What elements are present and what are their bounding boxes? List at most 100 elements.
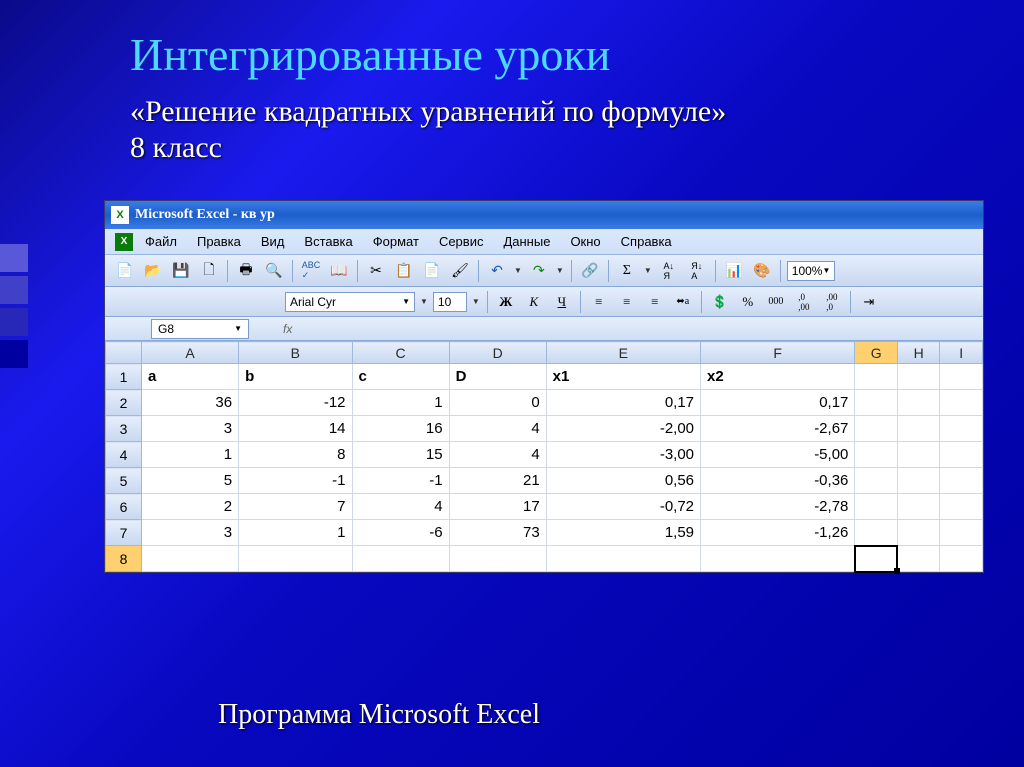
cell[interactable]: 17 [449, 494, 546, 520]
cell[interactable] [701, 546, 855, 572]
cell[interactable] [449, 546, 546, 572]
bold-button[interactable]: Ж [494, 291, 518, 313]
cell[interactable] [940, 390, 983, 416]
cell[interactable]: -2,78 [701, 494, 855, 520]
row-header-3[interactable]: 3 [106, 416, 142, 442]
underline-button[interactable]: Ч [550, 291, 574, 313]
cut-icon[interactable]: ✂ [364, 259, 388, 283]
cell[interactable]: b [239, 364, 352, 390]
cell[interactable]: 0 [449, 390, 546, 416]
cell[interactable] [546, 546, 700, 572]
cell[interactable] [855, 390, 898, 416]
cell[interactable] [855, 494, 898, 520]
menu-window[interactable]: Окно [570, 234, 600, 249]
cell[interactable] [142, 546, 239, 572]
cell[interactable]: 1,59 [546, 520, 700, 546]
cell[interactable]: 1 [142, 442, 239, 468]
cell[interactable]: 4 [352, 494, 449, 520]
active-cell[interactable] [855, 546, 898, 572]
menu-file[interactable]: Файл [145, 234, 177, 249]
cell[interactable]: 14 [239, 416, 352, 442]
cell[interactable] [855, 442, 898, 468]
cell[interactable]: -2,67 [701, 416, 855, 442]
row-header-6[interactable]: 6 [106, 494, 142, 520]
copy-icon[interactable]: 📋 [392, 259, 416, 283]
cell[interactable]: 3 [142, 520, 239, 546]
cell[interactable]: 3 [142, 416, 239, 442]
cell[interactable]: -0,72 [546, 494, 700, 520]
undo-icon[interactable]: ↶ [485, 259, 509, 283]
cell[interactable] [897, 442, 940, 468]
cell[interactable]: a [142, 364, 239, 390]
cell[interactable] [897, 364, 940, 390]
cell[interactable]: 7 [239, 494, 352, 520]
cell[interactable]: 1 [239, 520, 352, 546]
cell[interactable] [855, 364, 898, 390]
save-icon[interactable]: 💾 [169, 259, 193, 283]
undo-dropdown[interactable]: ▼ [513, 266, 523, 275]
new-icon[interactable]: 📄 [113, 259, 137, 283]
currency-icon[interactable]: 💲 [708, 291, 732, 313]
cell[interactable] [940, 520, 983, 546]
col-header-c[interactable]: C [352, 342, 449, 364]
cell[interactable] [940, 546, 983, 572]
row-header-1[interactable]: 1 [106, 364, 142, 390]
col-header-a[interactable]: A [142, 342, 239, 364]
col-header-i[interactable]: I [940, 342, 983, 364]
redo-dropdown[interactable]: ▼ [555, 266, 565, 275]
cell[interactable] [940, 442, 983, 468]
cell[interactable]: 0,56 [546, 468, 700, 494]
size-dropdown[interactable]: ▼ [471, 297, 481, 306]
preview-icon[interactable]: 🔍 [262, 259, 286, 283]
cell[interactable]: x1 [546, 364, 700, 390]
titlebar[interactable]: X Microsoft Excel - кв ур [105, 201, 983, 229]
col-header-e[interactable]: E [546, 342, 700, 364]
cell[interactable] [940, 364, 983, 390]
permission-icon[interactable]: 🗋 [197, 259, 221, 283]
row-header-5[interactable]: 5 [106, 468, 142, 494]
cell[interactable]: -3,00 [546, 442, 700, 468]
align-center-icon[interactable]: ≡ [615, 291, 639, 313]
cell[interactable] [239, 546, 352, 572]
cell[interactable]: 4 [449, 416, 546, 442]
cell[interactable] [897, 468, 940, 494]
cell[interactable] [855, 520, 898, 546]
hyperlink-icon[interactable]: 🔗 [578, 259, 602, 283]
menu-data[interactable]: Данные [503, 234, 550, 249]
col-header-g[interactable]: G [855, 342, 898, 364]
cell[interactable]: D [449, 364, 546, 390]
cell[interactable]: -6 [352, 520, 449, 546]
cell[interactable]: 73 [449, 520, 546, 546]
menu-edit[interactable]: Правка [197, 234, 241, 249]
cell[interactable]: -1,26 [701, 520, 855, 546]
cell[interactable]: -1 [352, 468, 449, 494]
merge-icon[interactable]: ⬌a [671, 291, 695, 313]
align-right-icon[interactable]: ≡ [643, 291, 667, 313]
italic-button[interactable]: К [522, 291, 546, 313]
cell[interactable] [897, 520, 940, 546]
row-header-2[interactable]: 2 [106, 390, 142, 416]
font-size-combo[interactable]: 10 [433, 292, 467, 312]
cell[interactable] [940, 494, 983, 520]
comma-icon[interactable]: 000 [764, 291, 788, 313]
menu-help[interactable]: Справка [621, 234, 672, 249]
cell[interactable]: 5 [142, 468, 239, 494]
cell[interactable]: 15 [352, 442, 449, 468]
menu-view[interactable]: Вид [261, 234, 285, 249]
spreadsheet-grid[interactable]: A B C D E F G H I 1 a b c D x1 x2 [105, 341, 983, 572]
cell[interactable]: -12 [239, 390, 352, 416]
col-header-b[interactable]: B [239, 342, 352, 364]
cell[interactable]: 8 [239, 442, 352, 468]
font-name-combo[interactable]: Arial Cyr▼ [285, 292, 415, 312]
chart-icon[interactable]: 📊 [722, 259, 746, 283]
redo-icon[interactable]: ↷ [527, 259, 551, 283]
open-icon[interactable]: 📂 [141, 259, 165, 283]
name-box[interactable]: G8▼ [151, 319, 249, 339]
sort-desc-icon[interactable]: Я↓А [685, 259, 709, 283]
sort-asc-icon[interactable]: А↓Я [657, 259, 681, 283]
cell[interactable]: 21 [449, 468, 546, 494]
format-painter-icon[interactable]: 🖌 [448, 259, 472, 283]
cell[interactable] [940, 468, 983, 494]
cell[interactable]: c [352, 364, 449, 390]
menu-tools[interactable]: Сервис [439, 234, 484, 249]
